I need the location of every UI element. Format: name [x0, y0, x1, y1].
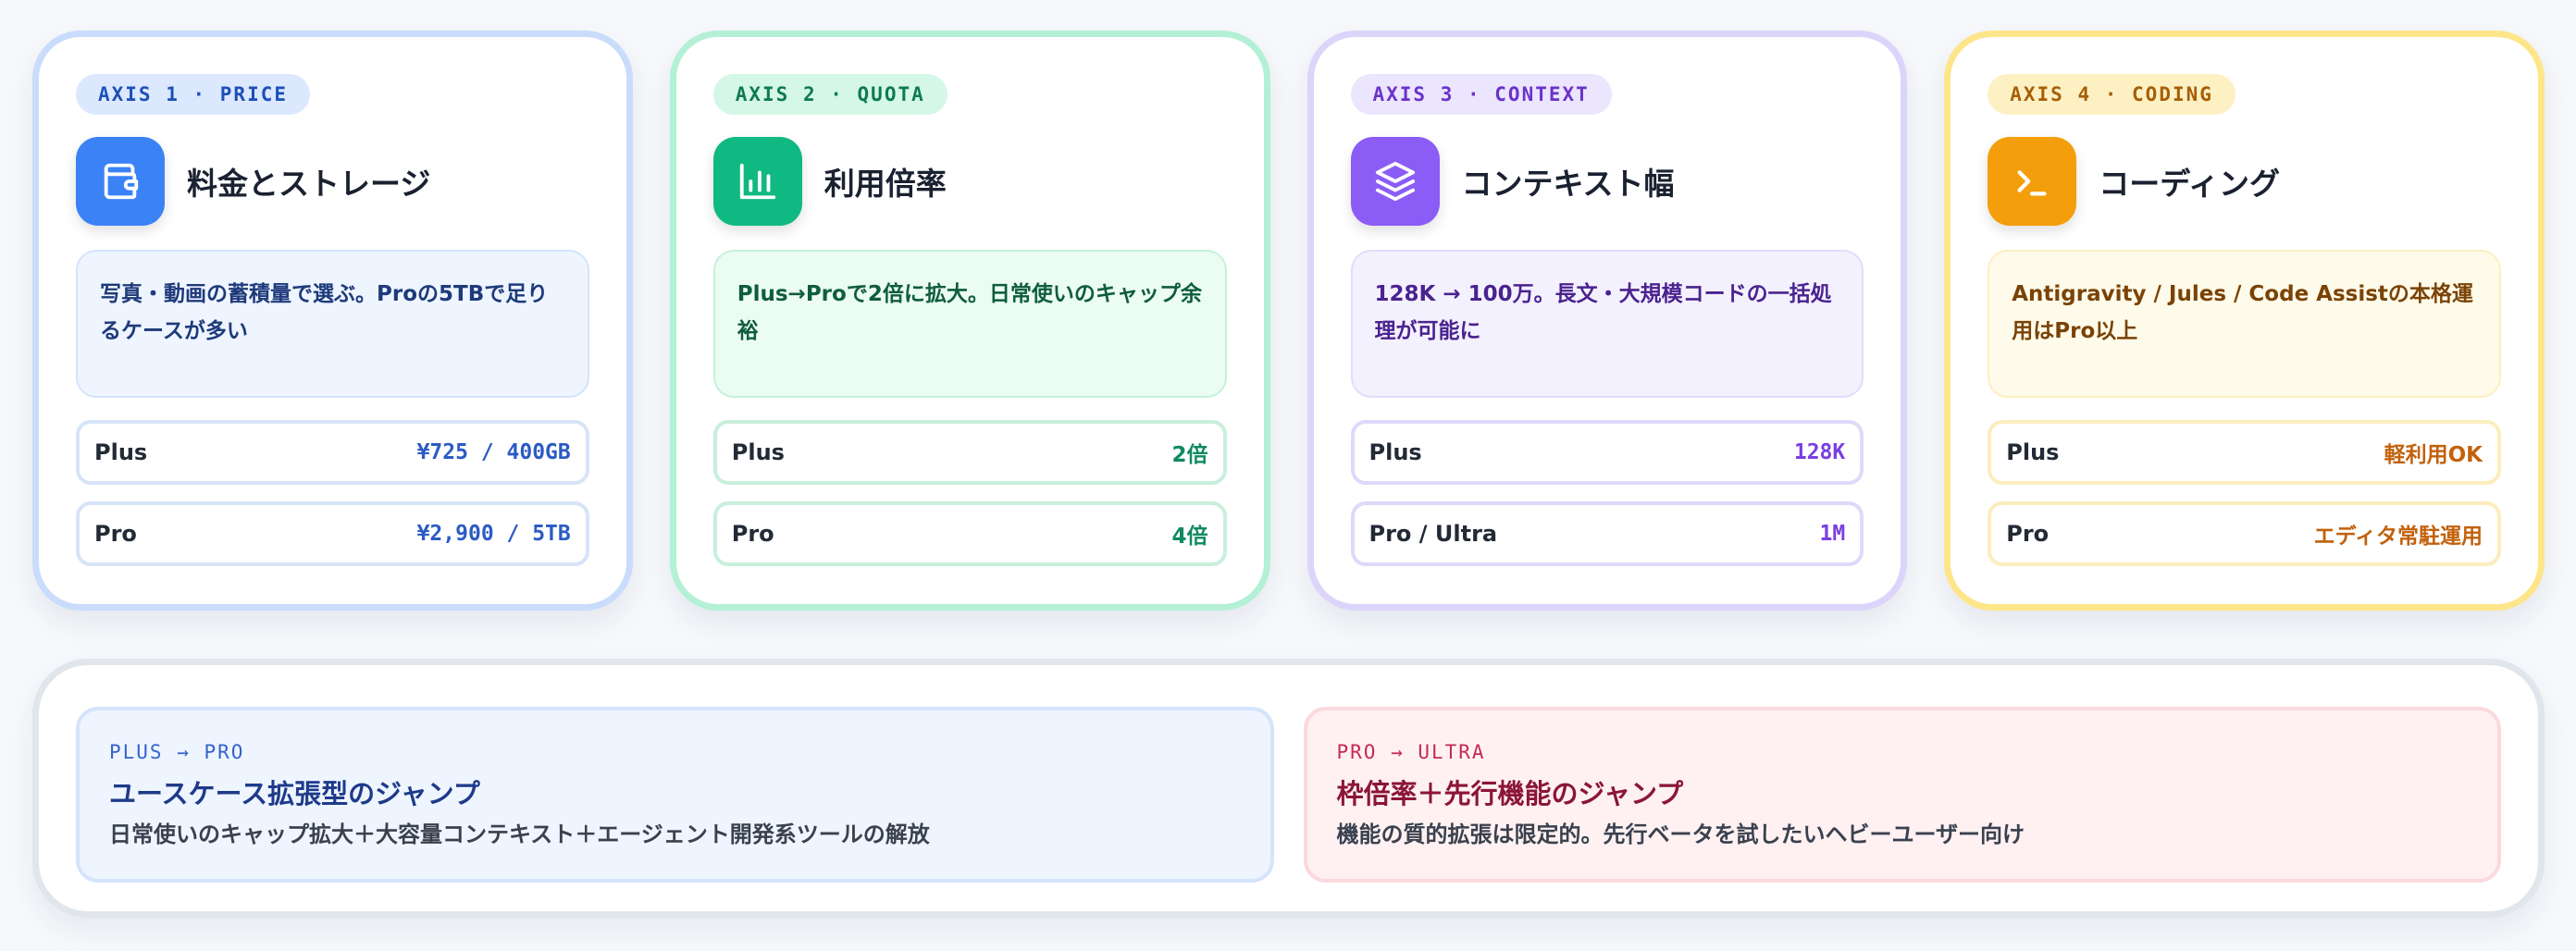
layers-icon [1350, 137, 1440, 226]
jump-title: 枠倍率＋先行機能のジャンプ [1336, 778, 1684, 809]
tier-label: Plus [1368, 439, 1422, 465]
tier-row: Plus 2倍 [712, 420, 1227, 485]
tier-value: 1M [1819, 522, 1846, 546]
card-title: コンテキスト幅 [1461, 166, 1675, 202]
jump-summary-panel: PLUS → PRO ユースケース拡張型のジャンプ 日常使いのキャップ拡大＋大容… [32, 659, 2545, 918]
tier-value: ¥725 / 400GB [416, 440, 571, 464]
tier-label: Pro / Ultra [1368, 521, 1498, 547]
tier-row: Plus 軽利用OK [1988, 420, 2501, 485]
card-price: AXIS 1 · PRICE 料金とストレージ 写真・動画の蓄積量で選ぶ。Pro… [32, 31, 633, 611]
card-description: Plus→Proで2倍に拡大。日常使いのキャップ余裕 [712, 250, 1227, 398]
card-description: 写真・動画の蓄積量で選ぶ。Proの5TBで足りるケースが多い [76, 250, 589, 398]
card-title: コーディング [2099, 166, 2280, 202]
axis-badge: AXIS 3 · CONTEXT [1350, 74, 1612, 115]
card-description: 128K → 100万。長文・大規模コードの一括処理が可能に [1350, 250, 1864, 398]
card-title: 利用倍率 [824, 166, 947, 202]
jump-title: ユースケース拡張型のジャンプ [109, 778, 480, 809]
card-description: Antigravity / Jules / Code Assistの本格運用はP… [1988, 250, 2501, 398]
tier-row: Pro ¥2,900 / 5TB [76, 501, 589, 566]
tier-row: Pro / Ultra 1M [1350, 501, 1864, 566]
card-context: AXIS 3 · CONTEXT コンテキスト幅 128K → 100万。長文・… [1307, 31, 1908, 611]
tier-label: Pro [2006, 521, 2050, 547]
jump-description: 機能の質的拡張は限定的。先行ベータを試したいヘビーユーザー向け [1336, 821, 2025, 847]
axis-badge: AXIS 4 · CODING [1988, 74, 2235, 115]
axis-badge: AXIS 1 · PRICE [76, 74, 311, 115]
jump-eyebrow: PLUS → PRO [109, 741, 245, 763]
tier-row: Plus ¥725 / 400GB [76, 420, 589, 485]
axis-cards: AXIS 1 · PRICE 料金とストレージ 写真・動画の蓄積量で選ぶ。Pro… [32, 31, 2545, 611]
tier-row: Plus 128K [1350, 420, 1864, 485]
card-quota: AXIS 2 · QUOTA 利用倍率 Plus→Proで2倍に拡大。日常使いの… [669, 31, 1270, 611]
tier-label: Plus [94, 439, 148, 465]
tier-label: Plus [2006, 439, 2060, 465]
axis-badge: AXIS 2 · QUOTA [712, 74, 947, 115]
tier-value: 軽利用OK [2384, 443, 2483, 467]
jump-eyebrow: PRO → ULTRA [1336, 741, 1486, 763]
jump-description: 日常使いのキャップ拡大＋大容量コンテキスト＋エージェント開発系ツールの解放 [109, 821, 930, 847]
tier-label: Pro [94, 521, 137, 547]
tier-value: 4倍 [1171, 525, 1208, 549]
tier-value: ¥2,900 / 5TB [416, 522, 571, 546]
card-coding: AXIS 4 · CODING コーディング Antigravity / Jul… [1944, 31, 2545, 611]
tier-value: エディタ常駐運用 [2313, 525, 2483, 549]
wallet-icon [76, 137, 165, 226]
tier-value: 128K [1793, 440, 1846, 464]
terminal-icon [1988, 137, 2077, 226]
tier-value: 2倍 [1171, 443, 1208, 467]
card-title: 料金とストレージ [187, 166, 431, 202]
jump-pro-to-ultra: PRO → ULTRA 枠倍率＋先行機能のジャンプ 機能の質的拡張は限定的。先行… [1303, 707, 2501, 883]
bar-chart-icon [712, 137, 802, 226]
jump-plus-to-pro: PLUS → PRO ユースケース拡張型のジャンプ 日常使いのキャップ拡大＋大容… [76, 707, 1274, 883]
tier-label: Pro [731, 521, 774, 547]
tier-row: Pro 4倍 [712, 501, 1227, 566]
tier-label: Plus [731, 439, 785, 465]
tier-row: Pro エディタ常駐運用 [1988, 501, 2501, 566]
